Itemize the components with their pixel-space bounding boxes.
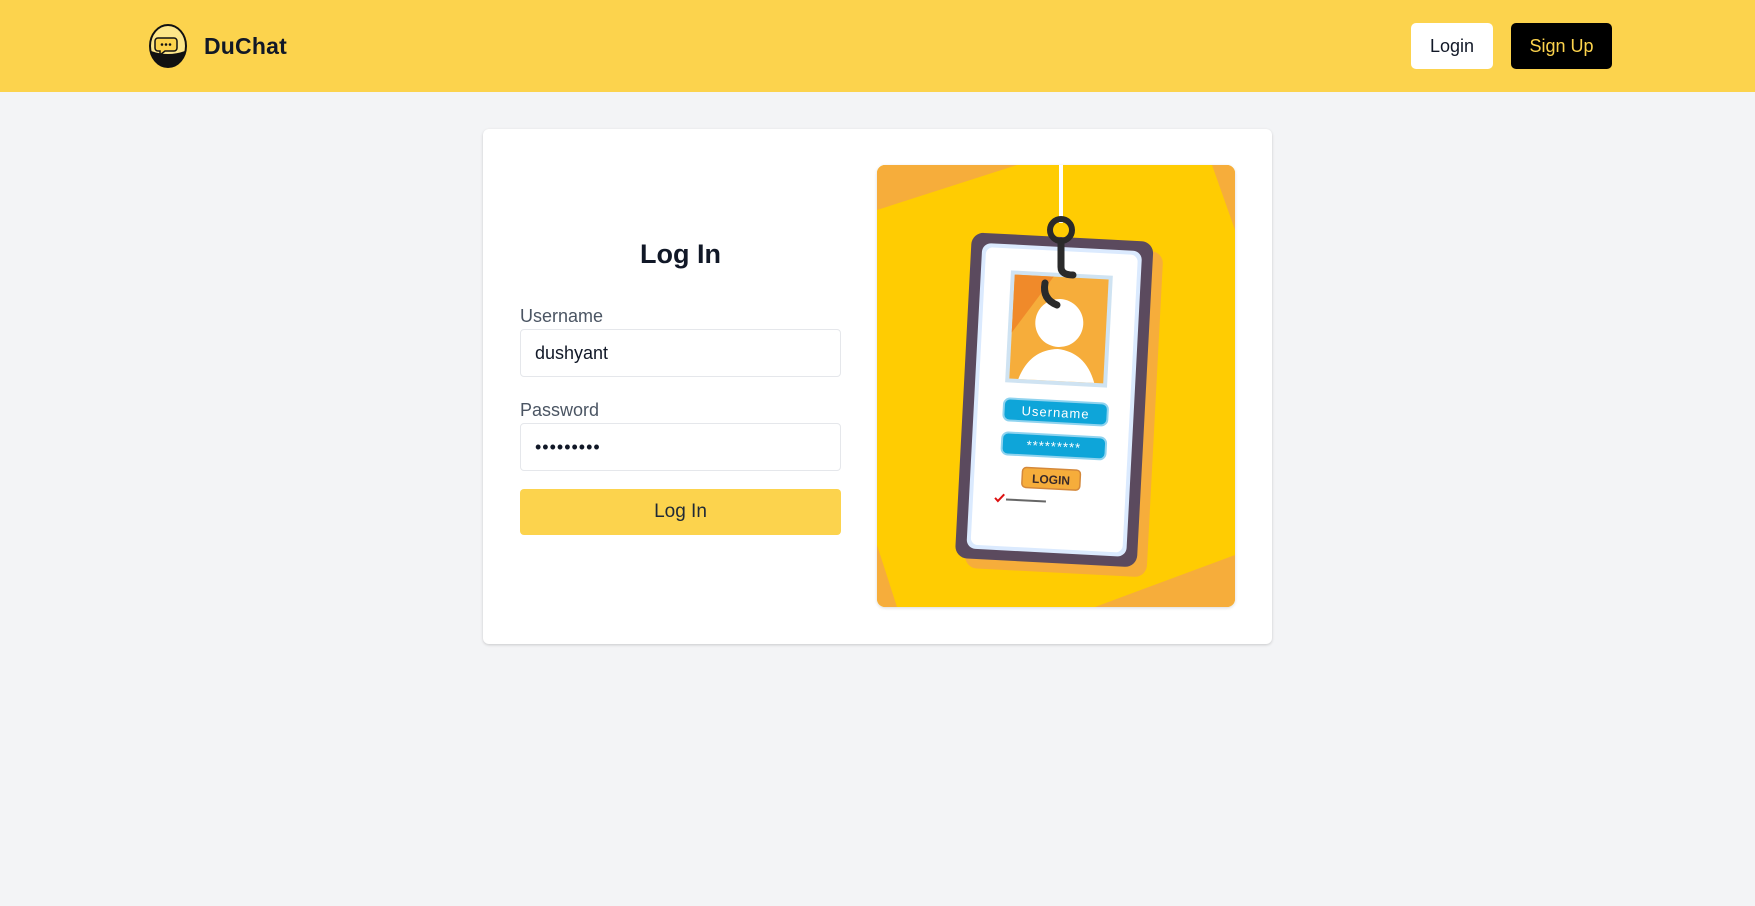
illustration-password-text: ********* [1026, 437, 1081, 455]
brand-link[interactable]: DuChat [148, 23, 287, 69]
login-title: Log In [640, 239, 721, 269]
password-label: Password [520, 400, 600, 420]
signup-nav-button[interactable]: Sign Up [1511, 23, 1612, 69]
login-card: Log In Username Password Log In [483, 129, 1272, 644]
password-input[interactable] [520, 423, 841, 471]
phishing-id-card-illustration: Username ********* LOGIN [877, 165, 1235, 607]
brand-name: DuChat [204, 32, 287, 59]
login-illustration: Username ********* LOGIN [877, 165, 1235, 607]
chat-bubble-logo-icon [149, 24, 187, 68]
top-navbar: DuChat Login Sign Up [0, 0, 1755, 92]
login-submit-button[interactable]: Log In [520, 489, 841, 535]
username-label: Username [520, 306, 604, 326]
username-input[interactable] [520, 329, 841, 377]
login-nav-button[interactable]: Login [1411, 23, 1493, 69]
illustration-login-text: LOGIN [1032, 472, 1071, 488]
